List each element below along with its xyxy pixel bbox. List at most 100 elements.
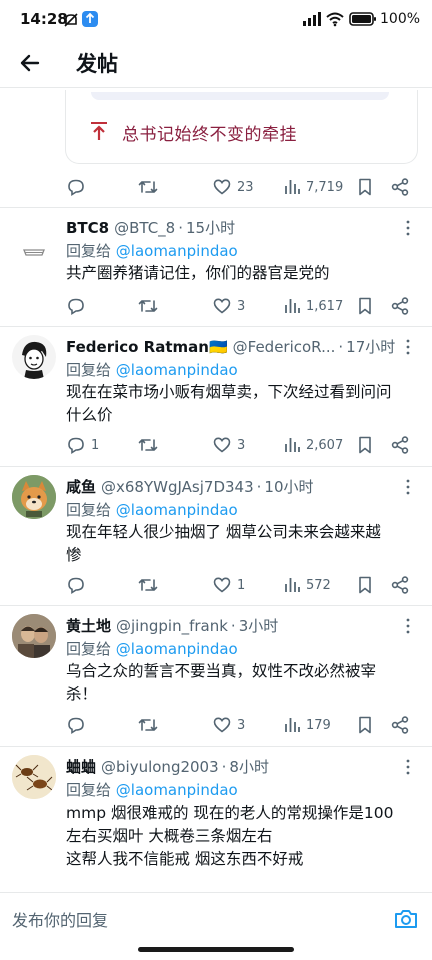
repost-button[interactable]	[137, 295, 159, 317]
more-options-icon[interactable]	[398, 218, 418, 238]
home-indicator	[138, 947, 294, 952]
reply-author-name[interactable]: 蛐蛐	[66, 756, 96, 777]
quoted-post-card[interactable]: 总书记始终不变的牵挂	[65, 90, 418, 164]
reply-to-mention[interactable]: @laomanpindao	[116, 242, 238, 260]
reply-to-label: 回复给	[66, 781, 116, 799]
bookmark-button[interactable]	[356, 574, 374, 596]
reply-to-line: 回复给 @laomanpindao	[66, 359, 238, 380]
share-button[interactable]	[390, 434, 410, 456]
views-button[interactable]: 1,617	[283, 295, 343, 317]
views-button[interactable]: 7,719	[283, 176, 343, 198]
bookmark-icon	[359, 716, 371, 734]
reply-author-handle[interactable]: @FedericoR...	[233, 338, 336, 356]
reply-to-label: 回复给	[66, 242, 116, 260]
views-button[interactable]: 572	[283, 574, 331, 596]
camera-icon	[395, 910, 417, 928]
like-button[interactable]: 1	[212, 574, 245, 596]
reply-time[interactable]: 15小时	[186, 217, 235, 238]
avatar[interactable]	[12, 614, 56, 658]
avatar[interactable]	[12, 232, 56, 276]
reply-author-handle[interactable]: @jingpin_frank	[116, 617, 228, 635]
like-button[interactable]: 3	[212, 714, 245, 736]
reply-to-mention[interactable]: @laomanpindao	[116, 640, 238, 658]
header-divider	[0, 87, 432, 88]
reply-time[interactable]: 17小时	[346, 336, 395, 357]
like-count: 3	[237, 298, 246, 314]
heart-icon	[213, 437, 231, 453]
more-options-icon[interactable]	[398, 337, 418, 357]
reply-author-name[interactable]: 黄土地	[66, 615, 111, 636]
reply-author-name[interactable]: BTC8	[66, 219, 109, 237]
reply-to-line: 回复给 @laomanpindao	[66, 779, 238, 800]
reply-author-handle[interactable]: @biyulong2003	[101, 758, 219, 776]
repost-button[interactable]	[137, 434, 159, 456]
reply-time[interactable]: 10小时	[264, 476, 313, 497]
reply-action-bar: 3 1,617	[0, 295, 432, 317]
reply-button[interactable]	[66, 714, 86, 736]
views-chart-icon	[285, 299, 300, 313]
avatar[interactable]	[12, 475, 56, 519]
reply-divider	[0, 326, 432, 327]
more-options-icon[interactable]	[398, 757, 418, 777]
share-button[interactable]	[390, 574, 410, 596]
share-button[interactable]	[390, 714, 410, 736]
more-options-icon[interactable]	[398, 477, 418, 497]
avatar-image	[22, 341, 47, 379]
reply-header: BTC8 @BTC_8 · 15小时	[66, 217, 235, 238]
bookmark-icon	[359, 178, 371, 196]
repost-icon	[138, 181, 158, 193]
avatar[interactable]	[12, 755, 56, 799]
reply-button[interactable]: 1	[66, 434, 99, 456]
camera-button[interactable]	[392, 905, 420, 933]
separator-dot: ·	[178, 218, 183, 237]
reply-time[interactable]: 8小时	[229, 756, 269, 777]
comment-icon	[68, 717, 84, 734]
bookmark-button[interactable]	[356, 176, 374, 198]
reply-button[interactable]	[66, 574, 86, 596]
battery-percent: 100%	[380, 11, 421, 27]
reply-to-mention[interactable]: @laomanpindao	[116, 781, 238, 799]
repost-button[interactable]	[137, 714, 159, 736]
separator-dot: ·	[256, 477, 262, 496]
reply-input[interactable]: 发布你的回复	[12, 907, 108, 931]
reply-to-line: 回复给 @laomanpindao	[66, 240, 238, 261]
bookmark-button[interactable]	[356, 295, 374, 317]
reply-action-bar: 1 3 2,607	[0, 434, 432, 456]
app-notification-icon	[82, 11, 98, 27]
like-count: 23	[237, 179, 254, 195]
share-button[interactable]	[390, 176, 410, 198]
signal-icon	[303, 12, 321, 26]
avatar[interactable]	[12, 335, 56, 379]
reply-to-label: 回复给	[66, 640, 116, 658]
reply-text: 现在在菜市场小贩有烟草卖，下次经过看到问问 什么价	[66, 383, 392, 424]
repost-button[interactable]	[137, 176, 159, 198]
like-button[interactable]: 3	[212, 434, 245, 456]
reply-author-handle[interactable]: @x68YWgJAsj7D343	[101, 478, 254, 496]
page-title: 发帖	[76, 52, 118, 76]
views-button[interactable]: 179	[283, 714, 331, 736]
reply-author-handle[interactable]: @BTC_8	[114, 219, 175, 237]
repost-icon	[138, 719, 158, 731]
like-button[interactable]: 23	[212, 176, 254, 198]
reply-header: 咸鱼 @x68YWgJAsj7D343 · 10小时	[66, 476, 314, 497]
share-button[interactable]	[390, 295, 410, 317]
reply-divider	[0, 605, 432, 606]
like-button[interactable]: 3	[212, 295, 245, 317]
reply-button[interactable]	[66, 295, 86, 317]
bookmark-button[interactable]	[356, 434, 374, 456]
more-options-icon[interactable]	[398, 616, 418, 636]
reply-author-name[interactable]: Federico Ratman🇺🇦	[66, 338, 228, 356]
bookmark-button[interactable]	[356, 714, 374, 736]
reply-author-name[interactable]: 咸鱼	[66, 476, 96, 497]
share-icon	[391, 297, 409, 315]
reply-to-mention[interactable]: @laomanpindao	[116, 501, 238, 519]
reply-to-mention[interactable]: @laomanpindao	[116, 361, 238, 379]
views-button[interactable]: 2,607	[283, 434, 343, 456]
repost-button[interactable]	[137, 574, 159, 596]
reply-action-bar: 3 179	[0, 714, 432, 736]
reply-header: 黄土地 @jingpin_frank · 3小时	[66, 615, 278, 636]
reply-time[interactable]: 3小时	[239, 615, 279, 636]
comment-icon	[68, 437, 84, 454]
reply-button[interactable]	[66, 176, 86, 198]
back-button[interactable]	[14, 47, 46, 79]
